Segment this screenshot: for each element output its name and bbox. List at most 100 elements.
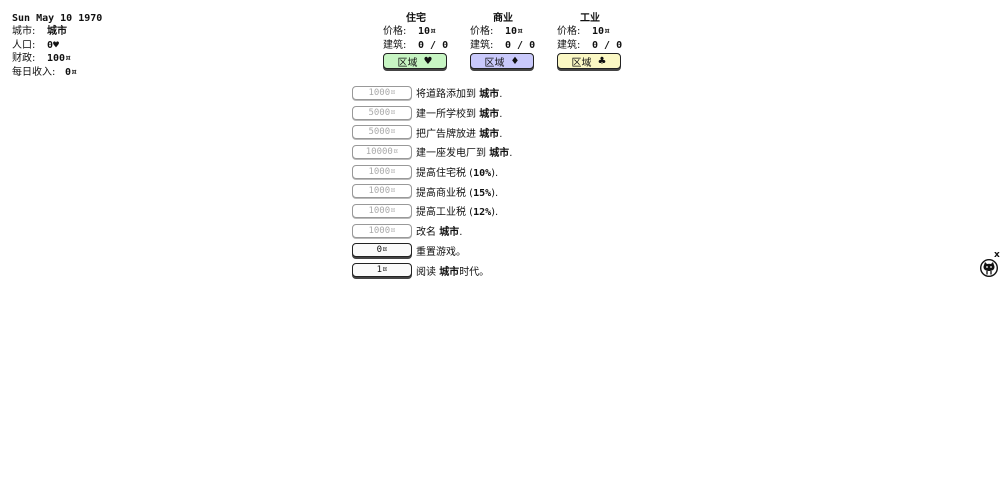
action-text-pre: 把广告牌放进 bbox=[416, 128, 480, 140]
action-text: 阅读 城市时代。 bbox=[416, 263, 489, 278]
action-text-bold: 城市 bbox=[479, 89, 500, 101]
zone-built-value: 0 / 0 bbox=[505, 39, 536, 51]
zone-residential-button[interactable]: 区域 ♥ bbox=[383, 53, 447, 69]
zone-built-row: 建筑: 0 / 0 bbox=[383, 39, 449, 53]
action-text-pre: 提高住宅税 ( bbox=[416, 168, 474, 180]
action-text-post: . bbox=[459, 227, 463, 239]
zone-price-label: 价格: bbox=[470, 26, 494, 37]
stats-panel: Sun May 10 1970 城市: 城市 人口: 0♥ 财政: 100¤ 每… bbox=[12, 12, 212, 79]
action-reset-game: 0¤ 重置游戏。 bbox=[352, 241, 512, 261]
action-raise-industrial-tax: 1000¤ 提高工业税 (12%). bbox=[352, 201, 512, 221]
zone-title: 住宅 bbox=[406, 13, 426, 24]
action-text-pre: 阅读 bbox=[416, 266, 440, 278]
action-rename-city: 1000¤ 改名 城市. bbox=[352, 221, 512, 241]
zone-button-label: 区域 bbox=[484, 57, 505, 69]
zone-commercial: 商业 价格: 10¤ 建筑: 0 / 0 区域 ♦ bbox=[470, 12, 536, 69]
zone-built-value: 0 / 0 bbox=[592, 39, 623, 51]
place-billboard-button[interactable]: 5000¤ bbox=[352, 125, 412, 140]
rename-city-button[interactable]: 1000¤ bbox=[352, 223, 412, 238]
action-build-power-plant: 10000¤ 建一座发电厂到 城市. bbox=[352, 142, 512, 162]
build-school-button[interactable]: 5000¤ bbox=[352, 105, 412, 120]
zone-title: 商业 bbox=[493, 13, 513, 24]
zone-built-value: 0 / 0 bbox=[418, 39, 449, 51]
action-add-road: 1000¤ 将道路添加到 城市. bbox=[352, 83, 512, 103]
action-text: 提高工业税 (12%). bbox=[416, 203, 498, 218]
zone-price-value: 10¤ bbox=[592, 26, 611, 37]
city-row: 城市: 城市 bbox=[12, 25, 212, 39]
action-text-bold: 城市 bbox=[479, 128, 500, 140]
action-text-post: ). bbox=[491, 168, 499, 180]
income-value: 0¤ bbox=[65, 66, 78, 78]
zone-button-label: 区域 bbox=[397, 57, 418, 69]
action-text: 提高商业税 (15%). bbox=[416, 184, 498, 199]
club-icon: ♣ bbox=[597, 55, 607, 67]
zone-price-label: 价格: bbox=[557, 26, 581, 37]
zone-price-row: 价格: 10¤ bbox=[383, 25, 449, 39]
heart-icon: ♥ bbox=[423, 55, 433, 67]
action-text-pre: 提高工业税 ( bbox=[416, 207, 474, 219]
action-raise-residential-tax: 1000¤ 提高住宅税 (10%). bbox=[352, 162, 512, 182]
city-label: 城市: bbox=[12, 26, 36, 37]
zone-built-label: 建筑: bbox=[383, 39, 407, 51]
action-text-pre: 重置游戏。 bbox=[416, 246, 466, 258]
reset-game-button[interactable]: 0¤ bbox=[352, 243, 412, 258]
zone-price-label: 价格: bbox=[383, 26, 407, 37]
industrial-tax-rate: 12% bbox=[473, 207, 492, 219]
action-text-post: . bbox=[499, 89, 503, 101]
action-text-post: 时代。 bbox=[459, 266, 490, 278]
zone-residential: 住宅 价格: 10¤ 建筑: 0 / 0 区域 ♥ bbox=[383, 12, 449, 69]
read-city-times-button[interactable]: 1¤ bbox=[352, 263, 412, 278]
action-text: 建一座发电厂到 城市. bbox=[416, 144, 512, 159]
treasury-row: 财政: 100¤ bbox=[12, 52, 212, 66]
zone-button-label: 区域 bbox=[571, 57, 592, 69]
action-text: 提高住宅税 (10%). bbox=[416, 164, 498, 179]
zone-industrial: 工业 价格: 10¤ 建筑: 0 / 0 区域 ♣ bbox=[557, 12, 623, 69]
actions-list: 1000¤ 将道路添加到 城市. 5000¤ 建一所学校到 城市. 5000¤ … bbox=[352, 83, 512, 280]
population-label: 人口: bbox=[12, 39, 36, 51]
zone-price-row: 价格: 10¤ bbox=[470, 25, 536, 39]
zone-commercial-button[interactable]: 区域 ♦ bbox=[470, 53, 534, 69]
action-text-pre: 改名 bbox=[416, 227, 440, 239]
action-text-post: . bbox=[509, 148, 513, 160]
zone-built-row: 建筑: 0 / 0 bbox=[470, 39, 536, 53]
action-place-billboard: 5000¤ 把广告牌放进 城市. bbox=[352, 122, 512, 142]
octocat-icon[interactable] bbox=[979, 258, 999, 278]
build-power-plant-button[interactable]: 10000¤ bbox=[352, 144, 412, 159]
raise-industrial-tax-button[interactable]: 1000¤ bbox=[352, 203, 412, 218]
game-date: Sun May 10 1970 bbox=[12, 13, 103, 24]
action-text: 重置游戏。 bbox=[416, 243, 466, 258]
action-text-post: ). bbox=[491, 207, 499, 219]
action-text: 将道路添加到 城市. bbox=[416, 85, 502, 100]
raise-residential-tax-button[interactable]: 1000¤ bbox=[352, 164, 412, 179]
population-row: 人口: 0♥ bbox=[12, 39, 212, 53]
city-name-value: 城市 bbox=[47, 26, 67, 37]
zone-built-row: 建筑: 0 / 0 bbox=[557, 39, 623, 53]
action-text-bold: 城市 bbox=[439, 227, 460, 239]
treasury-label: 财政: bbox=[12, 53, 36, 64]
zone-title: 工业 bbox=[580, 13, 600, 24]
zone-price-value: 10¤ bbox=[505, 26, 524, 37]
action-text-pre: 建一所学校到 bbox=[416, 109, 480, 121]
action-text: 改名 城市. bbox=[416, 223, 462, 238]
zone-industrial-button[interactable]: 区域 ♣ bbox=[557, 53, 621, 69]
action-text-bold: 城市 bbox=[479, 109, 500, 121]
raise-commercial-tax-button[interactable]: 1000¤ bbox=[352, 184, 412, 199]
action-text-post: . bbox=[499, 109, 503, 121]
population-value: 0♥ bbox=[47, 39, 60, 51]
income-row: 每日收入: 0¤ bbox=[12, 66, 212, 80]
diamond-icon: ♦ bbox=[510, 55, 520, 67]
zone-price-row: 价格: 10¤ bbox=[557, 25, 623, 39]
zone-built-label: 建筑: bbox=[470, 39, 494, 51]
action-text-bold: 城市 bbox=[489, 148, 510, 160]
treasury-value: 100¤ bbox=[47, 53, 72, 64]
action-text-pre: 将道路添加到 bbox=[416, 89, 480, 101]
action-text: 把广告牌放进 城市. bbox=[416, 125, 502, 140]
action-raise-commercial-tax: 1000¤ 提高商业税 (15%). bbox=[352, 181, 512, 201]
action-text-post: ). bbox=[491, 187, 499, 199]
action-text-post: . bbox=[499, 128, 503, 140]
action-text-pre: 建一座发电厂到 bbox=[416, 148, 490, 160]
income-label: 每日收入: bbox=[12, 66, 56, 78]
add-road-button[interactable]: 1000¤ bbox=[352, 85, 412, 100]
action-read-city-times: 1¤ 阅读 城市时代。 bbox=[352, 260, 512, 280]
action-build-school: 5000¤ 建一所学校到 城市. bbox=[352, 103, 512, 123]
